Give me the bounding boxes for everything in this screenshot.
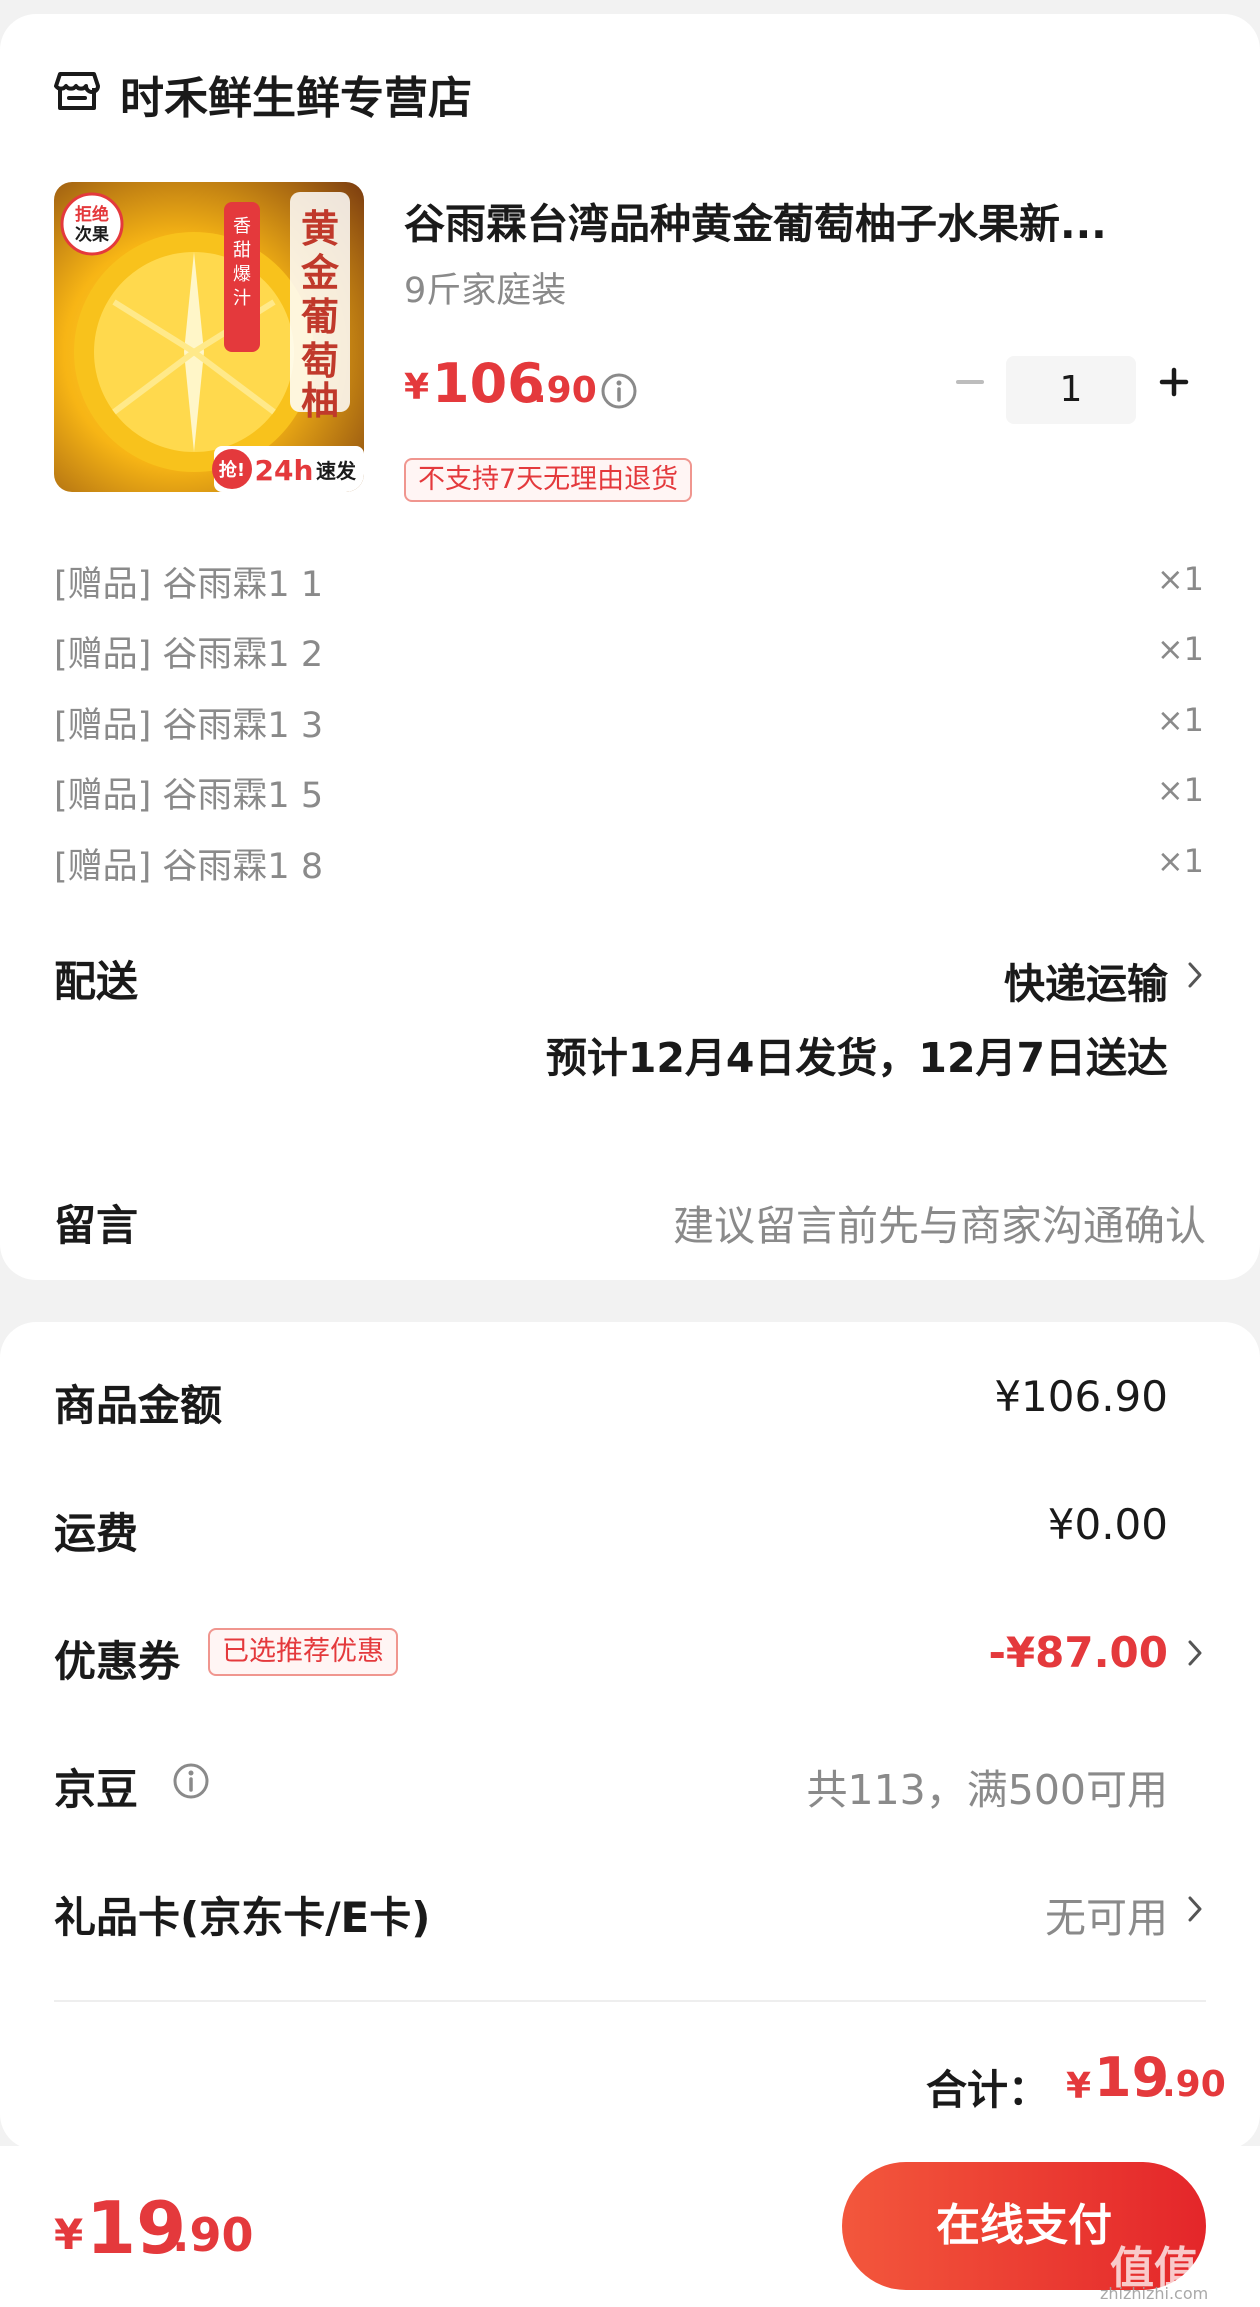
price-integer: 106 (432, 352, 545, 415)
chevron-right-icon[interactable] (1184, 1636, 1206, 1670)
delivery-label: 配送 (54, 957, 139, 1006)
quantity-input[interactable]: 1 (1006, 356, 1136, 424)
svg-text:萄: 萄 (301, 338, 339, 383)
remark-label: 留言 (54, 1201, 139, 1250)
total-label: 合计： (926, 2066, 1049, 2114)
pay-price-decimal: .90 (172, 2208, 254, 2262)
product-title[interactable]: 谷雨霖台湾品种黄金葡萄柚子水果新... (404, 190, 1204, 250)
svg-text:拒绝: 拒绝 (75, 204, 109, 225)
shipping-fee-value: ¥0.00 (1047, 1500, 1168, 1549)
gift-item-qty: ×1 (1156, 842, 1204, 880)
delivery-estimate: 预计12月4日发货，12月7日送达 (545, 1034, 1168, 1082)
gift-item-qty: ×1 (1156, 630, 1204, 668)
svg-text:葡: 葡 (301, 294, 339, 339)
pay-price-symbol: ¥ (54, 2210, 84, 2259)
jingdou-label: 京豆 (54, 1765, 139, 1814)
chevron-right-icon[interactable] (1184, 958, 1206, 992)
jingdou-value: 共113，满500可用 (806, 1766, 1168, 1814)
gift-item-qty: ×1 (1156, 560, 1204, 598)
gift-item-label: [赠品] 谷雨霖1 1 (54, 565, 324, 605)
grapefruit-illustration: 拒绝 次果 黄 金 葡 萄 柚 香 甜 爆 汁 抢! 24h 速发 (60, 192, 364, 492)
divider (54, 2000, 1206, 2002)
svg-text:黄: 黄 (301, 206, 339, 251)
coupon-value[interactable]: -¥87.00 (988, 1628, 1168, 1677)
quantity-decrease-button[interactable] (948, 360, 992, 404)
price-summary-card (0, 1322, 1260, 2150)
svg-text:24h: 24h (255, 454, 314, 487)
price-decimal: .90 (533, 370, 597, 411)
shipping-fee-label: 运费 (54, 1509, 139, 1558)
coupon-label: 优惠券 (54, 1637, 181, 1686)
quantity-increase-button[interactable] (1152, 360, 1196, 404)
svg-text:次果: 次果 (75, 224, 109, 245)
price-symbol: ¥ (404, 367, 430, 408)
watermark-url: zhizhizhi.com (1100, 2284, 1209, 2303)
svg-text:爆: 爆 (233, 264, 251, 285)
return-policy-tag: 不支持7天无理由退货 (404, 458, 693, 502)
svg-text:汁: 汁 (233, 288, 251, 309)
product-image[interactable]: 拒绝 次果 黄 金 葡 萄 柚 香 甜 爆 汁 抢! 24h 速发 (54, 182, 364, 492)
svg-text:抢!: 抢! (219, 459, 245, 481)
gift-item-qty: ×1 (1156, 701, 1204, 739)
total-integer: 19 (1094, 2046, 1170, 2109)
gift-item-label: [赠品] 谷雨霖1 2 (54, 635, 324, 675)
gift-item-label: [赠品] 谷雨霖1 8 (54, 847, 324, 887)
gift-item-label: [赠品] 谷雨霖1 3 (54, 706, 324, 746)
remark-input[interactable]: 建议留言前先与商家沟通确认 (673, 1192, 1206, 1252)
svg-text:柚: 柚 (301, 378, 339, 423)
giftcard-label: 礼品卡(京东卡/E卡) (54, 1893, 431, 1942)
svg-text:香: 香 (233, 216, 251, 237)
info-icon[interactable] (172, 1762, 210, 1800)
chevron-right-icon[interactable] (1184, 1892, 1206, 1926)
total-decimal: .90 (1162, 2064, 1226, 2105)
info-icon[interactable] (600, 372, 638, 410)
coupon-recommended-tag: 已选推荐优惠 (208, 1628, 398, 1676)
giftcard-value[interactable]: 无可用 (1045, 1884, 1168, 1944)
store-icon (54, 72, 100, 110)
svg-text:甜: 甜 (233, 240, 251, 261)
product-spec[interactable]: 9斤家庭装 (404, 262, 566, 313)
svg-text:金: 金 (300, 250, 340, 295)
delivery-method[interactable]: 快递运输 (1004, 950, 1168, 1010)
gift-item-label: [赠品] 谷雨霖1 5 (54, 776, 324, 816)
svg-text:速发: 速发 (316, 459, 357, 483)
gift-item-qty: ×1 (1156, 771, 1204, 809)
total-symbol: ¥ (1066, 2066, 1092, 2107)
goods-amount-label: 商品金额 (54, 1381, 223, 1430)
goods-amount-value: ¥106.90 (994, 1372, 1168, 1421)
shop-name[interactable]: 时禾鲜生鲜专营店 (120, 62, 472, 126)
